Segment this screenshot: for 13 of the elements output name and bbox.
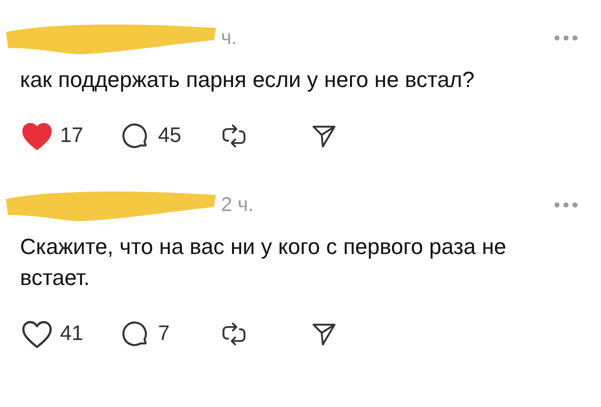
heart-icon[interactable] (20, 319, 54, 349)
like-count: 17 (60, 123, 84, 150)
reply-count: 45 (158, 123, 182, 150)
more-icon[interactable] (553, 34, 579, 42)
speech-bubble-icon[interactable] (120, 121, 150, 151)
more-icon[interactable] (553, 201, 579, 209)
speech-bubble-icon[interactable] (120, 319, 150, 349)
reply-count: 7 (158, 321, 170, 348)
like-count: 41 (60, 321, 84, 348)
post-text: как поддержать парня если у него не встал? (19, 66, 476, 94)
post-time: ч. (221, 26, 237, 51)
post-time: 2 ч. (221, 193, 254, 218)
post-text: Скажите, что на вас ни у кого с первого раза не встает. (19, 233, 508, 292)
